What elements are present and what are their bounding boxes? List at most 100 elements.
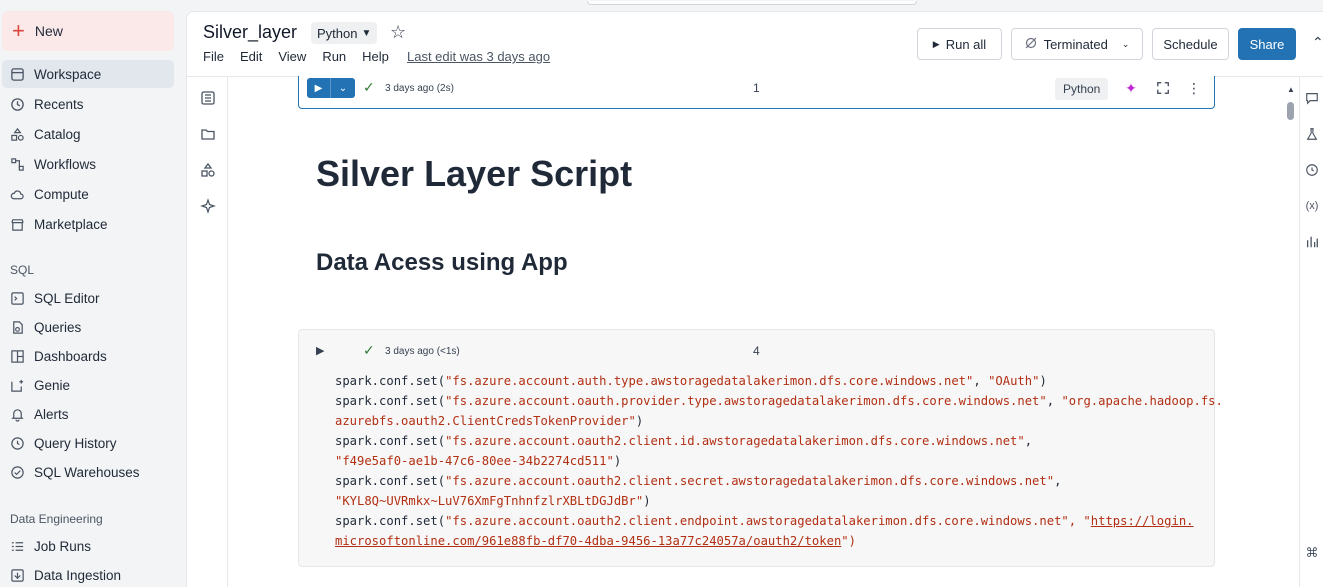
sidebar-item-sql-editor[interactable]: SQL Editor [2,284,174,312]
history-icon [9,435,25,451]
sidebar-item-label: Job Runs [34,538,92,554]
genie-icon [9,377,25,393]
more-options-icon[interactable]: ⋮ [1184,78,1204,98]
cluster-selector[interactable]: Terminated ⌄ [1011,28,1143,60]
sql-editor-icon [9,290,25,306]
sidebar-item-label: Data Ingestion [34,567,122,583]
new-button[interactable]: + New [2,11,174,51]
star-icon[interactable]: ☆ [390,22,406,43]
collapse-icon[interactable]: ⌃ [1312,34,1323,51]
sidebar-item-label: Recents [34,96,84,112]
catalog-icon[interactable] [199,161,217,179]
data-engineering-section-label: Data Engineering [10,512,103,526]
code-link[interactable]: https://login. [1091,514,1194,528]
play-icon[interactable]: ▶ [307,78,331,98]
menu-edit[interactable]: Edit [240,49,262,64]
sidebar-item-label: Dashboards [34,348,107,364]
code-token: ) [613,454,622,468]
assistant-icon[interactable]: ✦ [1121,78,1141,98]
workflows-icon [9,156,25,172]
clock-icon [9,96,25,112]
sidebar-item-label: Alerts [34,406,69,422]
code-string: azurebfs.oauth2.ClientCredsTokenProvider… [335,414,636,428]
notebook-title[interactable]: Silver_layer [203,22,297,43]
sidebar-item-recents[interactable]: Recents [2,90,174,118]
menu-help[interactable]: Help [362,49,389,64]
sidebar-item-label: Workspace [34,66,102,82]
last-edit-link[interactable]: Last edit was 3 days ago [407,49,550,64]
code-editor[interactable]: spark.conf.set("fs.azure.account.auth.ty… [335,371,1223,551]
chart-icon[interactable] [1303,233,1321,251]
sidebar-item-query-history[interactable]: Query History [2,429,174,457]
variables-icon[interactable]: (x) [1303,197,1321,215]
scrollbar[interactable]: ▲ [1284,77,1298,587]
notebook-menu: File Edit View Run Help [203,49,389,64]
scroll-up-icon[interactable]: ▲ [1287,85,1295,94]
search-bar[interactable] [587,1,917,5]
sidebar-item-workspace[interactable]: Workspace [2,60,174,88]
plus-icon: + [12,18,25,43]
sidebar-item-genie[interactable]: Genie [2,371,174,399]
language-selector[interactable]: Python ▼ [311,22,378,44]
markdown-heading-1: Silver Layer Script [316,153,633,194]
sidebar-item-data-ingestion[interactable]: Data Ingestion [2,561,174,587]
sidebar-item-queries[interactable]: Queries [2,313,174,341]
menu-file[interactable]: File [203,49,224,64]
dashboards-icon [9,348,25,364]
code-link[interactable]: microsoftonline.com/961e88fb-df70-4dba-9… [335,534,841,548]
sidebar-item-marketplace[interactable]: Marketplace [2,210,174,238]
notebook-cell-4[interactable]: ▶ ✓ 3 days ago (<1s) 4 spark.conf.set("f… [298,329,1223,567]
sidebar: + New Workspace Recents Catalog Workflow… [0,0,186,587]
menu-view[interactable]: View [278,49,306,64]
expand-icon[interactable] [1153,78,1173,98]
run-all-button[interactable]: ▶ Run all [917,28,1002,60]
scroll-thumb[interactable] [1287,102,1294,120]
bell-icon [9,406,25,422]
sidebar-item-compute[interactable]: Compute [2,180,174,208]
comments-icon[interactable] [1303,89,1321,107]
cell-run-time: 3 days ago (<1s) [385,346,460,357]
play-icon[interactable]: ▶ [316,344,324,357]
schedule-button[interactable]: Schedule [1152,28,1229,60]
cluster-status: Terminated [1043,36,1108,52]
queries-icon [9,319,25,335]
menu-run[interactable]: Run [322,49,346,64]
cell-language-pill[interactable]: Python [1055,78,1109,100]
sidebar-item-label: Genie [34,377,71,393]
sidebar-item-alerts[interactable]: Alerts [2,400,174,428]
warehouse-icon [9,464,25,480]
history-icon[interactable] [1303,161,1321,179]
code-string: "fs.azure.account.auth.type.awstoragedat… [445,374,974,388]
code-string: "fs.azure.account.oauth.provider.type.aw… [445,394,1047,408]
code-string: "org.apache.hadoop.fs. [1061,394,1223,408]
assistant-icon[interactable] [199,197,217,215]
folder-icon[interactable] [199,125,217,143]
experiment-icon[interactable] [1303,125,1321,143]
sidebar-item-workflows[interactable]: Workflows [2,150,174,178]
sidebar-item-job-runs[interactable]: Job Runs [2,532,174,560]
share-button[interactable]: Share [1238,28,1296,60]
keyboard-shortcuts-icon[interactable]: ⌘ [1303,544,1321,562]
run-cell-button[interactable]: ▶ ⌄ [307,78,355,98]
sidebar-item-label: Query History [34,435,117,451]
left-rail [187,77,228,587]
notebook-cell-1[interactable]: ▶ ⌄ ✓ 3 days ago (2s) 1 Python ✦ ⋮ [298,76,1215,109]
sidebar-item-label: Marketplace [34,216,108,232]
cloud-icon [9,186,25,202]
sidebar-item-label: Queries [34,319,82,335]
language-label: Python [317,25,358,41]
play-icon: ▶ [932,38,940,49]
code-token: ) [643,494,651,508]
chevron-down-icon[interactable]: ⌄ [331,78,355,98]
code-token: spark.conf.set( [335,374,446,388]
sidebar-item-label: SQL Warehouses [34,464,140,480]
ingestion-icon [9,567,25,583]
run-all-label: Run all [945,36,987,52]
sql-section-label: SQL [10,263,35,277]
sidebar-item-sql-warehouses[interactable]: SQL Warehouses [2,458,174,486]
notebook-panel: Silver_layer Python ▼ ☆ File Edit View R… [186,1,1323,587]
sidebar-item-catalog[interactable]: Catalog [2,120,174,148]
markdown-heading-2: Data Acess using App [316,249,568,276]
sidebar-item-dashboards[interactable]: Dashboards [2,342,174,370]
table-of-contents-icon[interactable] [199,89,217,107]
